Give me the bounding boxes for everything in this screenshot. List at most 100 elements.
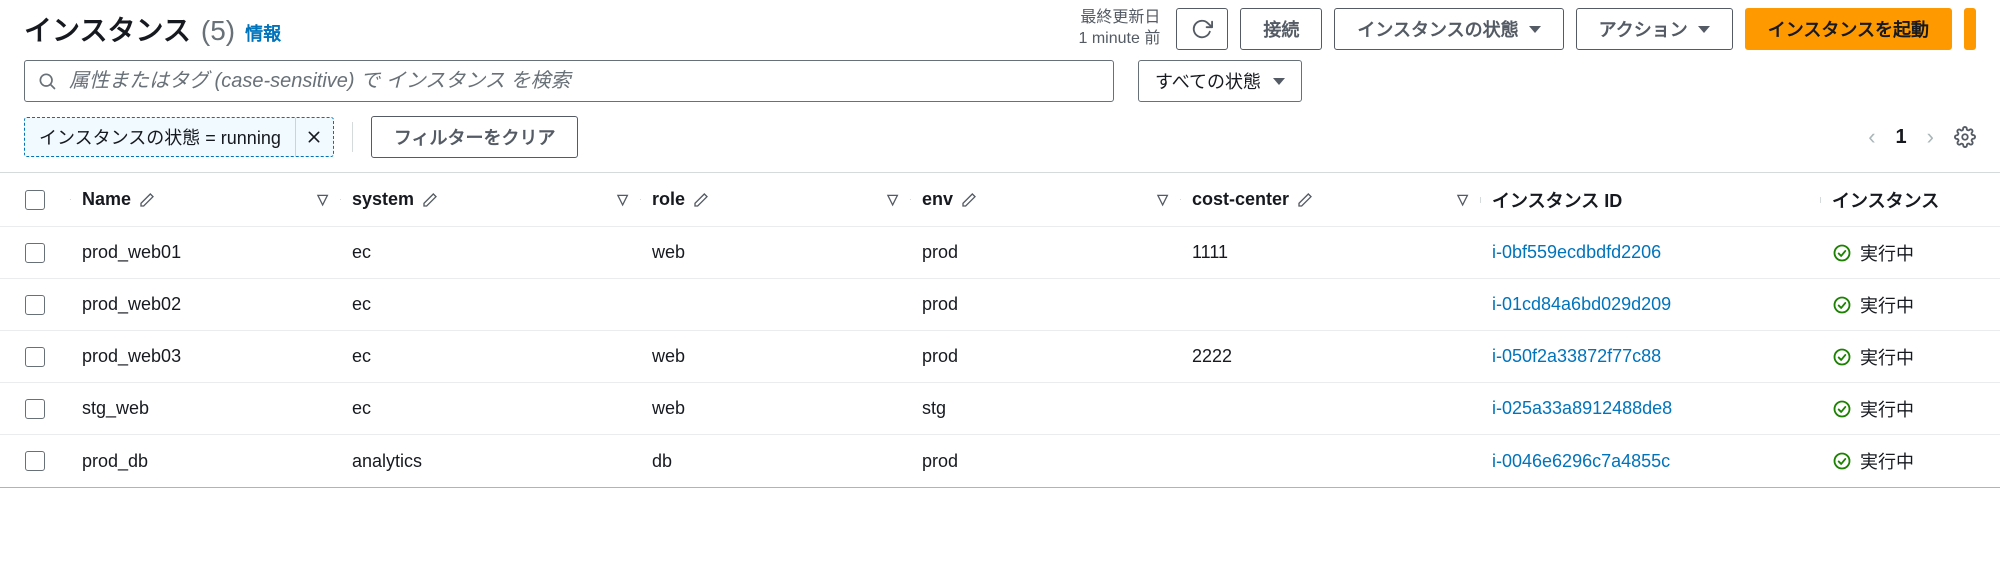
row-checkbox[interactable] [25,399,45,419]
col-instance-state[interactable]: インスタンス [1820,187,1980,213]
instances-table: Name ▽ system ▽ role ▽ env ▽ cost-center… [0,172,2000,488]
pencil-icon [693,192,709,208]
col-name-label: Name [82,189,131,210]
last-updated-label: 最終更新日 [1079,8,1161,29]
pager-next[interactable]: › [1927,124,1934,150]
table-row[interactable]: prod_web01 ec web prod 1111 i-0bf559ecdb… [0,227,2000,279]
launch-instance-dropdown[interactable] [1964,8,1976,50]
instance-state-button[interactable]: インスタンスの状態 [1334,8,1563,50]
cell-cost-center: 2222 [1192,346,1232,367]
cell-instance-id[interactable]: i-025a33a8912488de8 [1492,398,1672,419]
cell-system: ec [352,242,371,263]
info-link[interactable]: 情報 [245,20,281,46]
filter-chip-text: インスタンスの状態 = running [39,124,281,150]
page-title: インスタンス [24,9,191,49]
pager-page: 1 [1896,126,1907,149]
select-all-checkbox[interactable] [25,190,45,210]
cell-system: ec [352,294,371,315]
cell-name: prod_web03 [82,346,181,367]
search-box[interactable] [24,60,1114,102]
table-row[interactable]: prod_web02 ec prod i-01cd84a6bd029d209 実… [0,279,2000,331]
row-checkbox[interactable] [25,243,45,263]
last-updated: 最終更新日 1 minute 前 [1079,8,1161,50]
col-instance-state-label: インスタンス [1832,187,1939,213]
col-role-label: role [652,189,685,210]
cell-instance-id[interactable]: i-0046e6296c7a4855c [1492,451,1670,472]
col-env[interactable]: env ▽ [910,189,1180,210]
cell-system: analytics [352,451,422,472]
table-header: Name ▽ system ▽ role ▽ env ▽ cost-center… [0,173,2000,227]
cell-env: prod [922,346,958,367]
clear-filters-label: フィルターをクリア [394,124,556,150]
sort-icon: ▽ [887,191,898,208]
col-env-label: env [922,189,953,210]
connect-button-label: 接続 [1263,16,1299,42]
sort-icon: ▽ [1457,191,1468,208]
chevron-down-icon [1698,26,1710,33]
cell-role: db [652,451,672,472]
cell-name: prod_db [82,451,148,472]
status-badge: 実行中 [1832,344,1914,370]
cell-system: ec [352,346,371,367]
table-row[interactable]: prod_db analytics db prod i-0046e6296c7a… [0,435,2000,487]
col-name[interactable]: Name ▽ [70,189,340,210]
col-role[interactable]: role ▽ [640,189,910,210]
chevron-down-icon [1529,26,1541,33]
check-circle-icon [1832,451,1852,471]
status-text: 実行中 [1860,292,1914,318]
check-circle-icon [1832,295,1852,315]
filter-chip-remove[interactable] [295,118,333,156]
cell-instance-id[interactable]: i-0bf559ecdbdfd2206 [1492,242,1661,263]
cell-instance-id[interactable]: i-01cd84a6bd029d209 [1492,294,1671,315]
status-badge: 実行中 [1832,396,1914,422]
search-icon [37,71,57,91]
row-checkbox[interactable] [25,295,45,315]
col-instance-id-label: インスタンス ID [1492,187,1622,213]
status-text: 実行中 [1860,240,1914,266]
col-system[interactable]: system ▽ [340,189,640,210]
connect-button[interactable]: 接続 [1240,8,1322,50]
last-updated-value: 1 minute 前 [1079,29,1161,50]
chevron-down-icon [1273,78,1285,85]
cell-instance-id[interactable]: i-050f2a33872f77c88 [1492,346,1661,367]
check-circle-icon [1832,347,1852,367]
sort-icon: ▽ [1157,191,1168,208]
row-checkbox[interactable] [25,451,45,471]
actions-button-label: アクション [1599,16,1688,42]
cell-env: stg [922,398,946,419]
table-row[interactable]: stg_web ec web stg i-025a33a8912488de8 実… [0,383,2000,435]
cell-role: web [652,242,685,263]
cell-env: prod [922,294,958,315]
state-filter-label: すべての状態 [1155,68,1261,94]
search-input[interactable] [67,69,1101,94]
cell-name: stg_web [82,398,149,419]
col-instance-id[interactable]: インスタンス ID [1480,187,1820,213]
check-circle-icon [1832,243,1852,263]
status-text: 実行中 [1860,448,1914,474]
pager-prev[interactable]: ‹ [1868,124,1875,150]
col-system-label: system [352,189,414,210]
cell-env: prod [922,451,958,472]
pencil-icon [139,192,155,208]
state-filter-dropdown[interactable]: すべての状態 [1138,60,1302,102]
gear-icon[interactable] [1954,126,1976,148]
instance-state-button-label: インスタンスの状態 [1357,16,1518,42]
refresh-button[interactable] [1176,8,1228,50]
row-checkbox[interactable] [25,347,45,367]
filter-chip[interactable]: インスタンスの状態 = running [24,117,334,157]
cell-role: web [652,398,685,419]
cell-name: prod_web02 [82,294,181,315]
separator [352,122,353,152]
sort-icon: ▽ [617,191,628,208]
col-cost-center[interactable]: cost-center ▽ [1180,189,1480,210]
clear-filters-button[interactable]: フィルターをクリア [371,116,579,158]
pencil-icon [1297,192,1313,208]
sort-icon: ▽ [317,191,328,208]
table-row[interactable]: prod_web03 ec web prod 2222 i-050f2a3387… [0,331,2000,383]
close-icon [306,129,322,145]
launch-instance-button[interactable]: インスタンスを起動 [1745,8,1952,50]
actions-button[interactable]: アクション [1576,8,1733,50]
refresh-icon [1191,18,1213,40]
status-badge: 実行中 [1832,448,1914,474]
status-text: 実行中 [1860,344,1914,370]
